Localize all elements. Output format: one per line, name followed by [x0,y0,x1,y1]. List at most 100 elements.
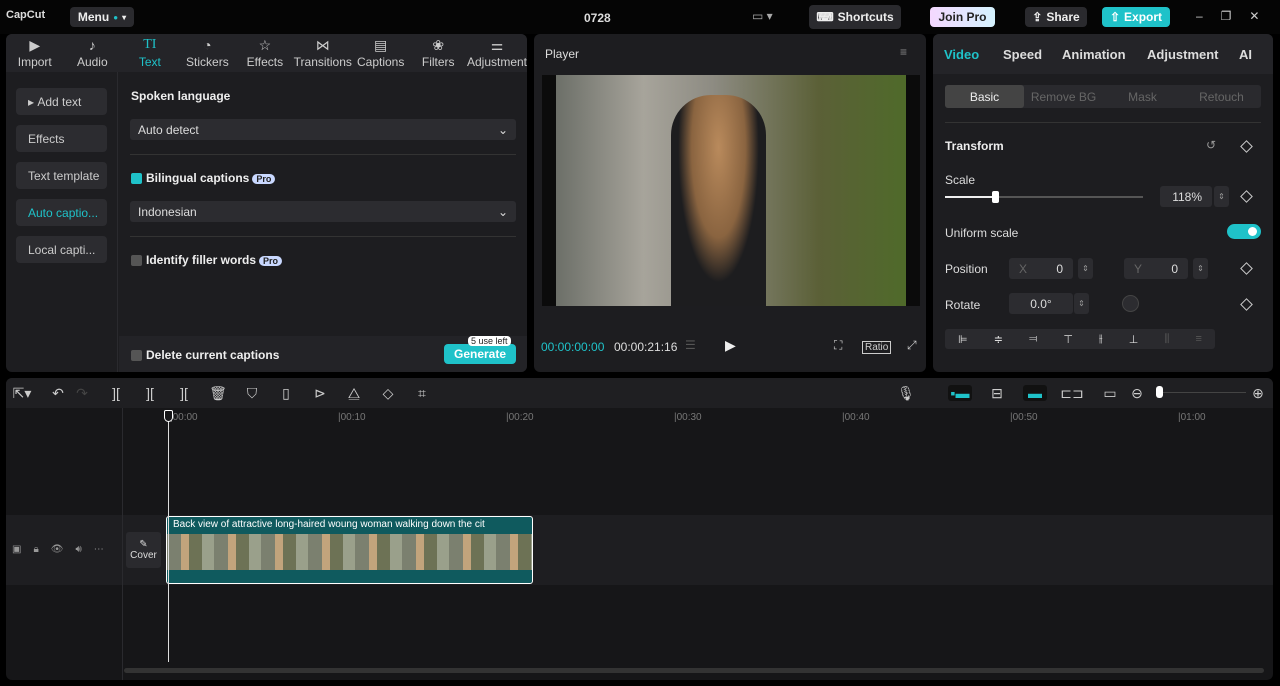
crop-icon[interactable]: ⌗ [410,385,434,402]
tab-video[interactable]: Video [944,47,979,62]
redo-icon[interactable]: ↷ [70,385,94,402]
more-icon[interactable]: ⋯ [94,544,104,555]
reset-icon[interactable]: ↺ [1206,138,1216,152]
scale-slider[interactable] [945,191,1143,203]
shortcuts-button[interactable]: ⌨ Shortcuts [809,5,901,29]
transform-heading[interactable]: Transform [945,139,1004,153]
freeze-icon[interactable]: ▯ [274,385,298,402]
align-left-icon[interactable]: ⊫ [958,333,968,346]
lock-icon[interactable]: 🔒︎ [33,544,38,555]
filler-words-checkbox[interactable]: Identify filler words Pro [131,253,283,267]
tab-speed[interactable]: Speed [1003,47,1042,62]
layout-icon[interactable]: ▭ ▾ [752,9,773,23]
zoom-in-icon[interactable]: ⊕ [1246,385,1270,402]
tab-captions[interactable]: ▤ Captions [352,34,410,72]
bilingual-language-select[interactable]: Indonesian ⌄ [130,201,516,222]
keyframe-icon[interactable] [1240,262,1253,275]
marker-icon[interactable]: ⛉ [240,385,264,402]
tab-effects[interactable]: ☆ Effects [236,34,294,72]
eye-icon[interactable]: 👁︎ [51,544,64,555]
nav-add-text[interactable]: ▸ Add text [16,88,107,115]
undo-icon[interactable]: ↶ [46,385,70,402]
nav-local-captions[interactable]: Local capti... [16,236,107,263]
rotate-stepper[interactable]: ⇕ [1074,293,1089,314]
menu-button[interactable]: Menu ● ▾ [70,7,134,27]
tab-ai[interactable]: AI [1239,47,1252,62]
position-x-input[interactable]: X0 [1009,258,1073,279]
spoken-language-select[interactable]: Auto detect ⌄ [130,119,516,140]
fullscreen-icon[interactable]: ⤢ [907,338,917,353]
tab-filters[interactable]: ❀ Filters [409,34,467,72]
tab-audio[interactable]: ♪ Audio [64,34,122,72]
zoom-slider[interactable] [1156,386,1246,398]
subtab-retouch[interactable]: Retouch [1182,85,1261,108]
scale-stepper[interactable]: ⇕ [1214,186,1229,207]
split-left-icon[interactable]: ][ [138,385,162,401]
delete-icon[interactable]: 🗑 [206,385,230,402]
window-controls[interactable]: –❐✕ [1196,9,1278,23]
y-stepper[interactable]: ⇕ [1193,258,1208,279]
rotate-input[interactable]: 0.0° [1009,293,1073,314]
zoom-out-icon[interactable]: ⊖ [1125,385,1149,402]
auto-snap-icon[interactable]: ⊟ [985,385,1009,402]
align-right-icon[interactable]: ⫤ [1029,333,1037,346]
x-stepper[interactable]: ⇕ [1078,258,1093,279]
preview-canvas[interactable] [542,75,920,306]
nav-effects[interactable]: Effects [16,125,107,152]
subtab-remove-bg[interactable]: Remove BG [1024,85,1103,108]
tab-animation[interactable]: Animation [1062,47,1126,62]
keyframe-icon[interactable] [1240,298,1253,311]
rotate-dial[interactable] [1122,295,1139,312]
ratio-button[interactable]: Ratio [862,341,892,354]
video-clip[interactable]: Back view of attractive long-haired woun… [166,516,533,584]
tab-text[interactable]: TI Text [121,34,179,72]
microphone-icon[interactable]: 🎙 [894,385,918,402]
horizontal-scrollbar[interactable] [124,668,1264,673]
share-button[interactable]: ⇪ Share [1025,7,1087,27]
align-center-v-icon[interactable]: ⫲ [1099,333,1103,346]
distribute-v-icon[interactable]: ≡ [1196,333,1202,345]
bilingual-checkbox[interactable]: Bilingual captions Pro [131,171,276,185]
preview-axis-icon[interactable]: ▭ [1098,385,1122,402]
align-top-icon[interactable]: ⊤ [1063,333,1073,346]
split-icon[interactable]: ][ [104,385,128,401]
cover-button[interactable]: ✎ Cover [126,532,161,568]
tab-import[interactable]: ▶ Import [6,34,64,72]
fit-view-icon[interactable]: ⛶ [834,338,842,353]
position-y-input[interactable]: Y0 [1124,258,1188,279]
menu-icon[interactable]: ≡ [900,45,907,59]
scale-input[interactable]: 118% [1160,186,1212,207]
reverse-icon[interactable]: ⊳ [308,385,332,402]
uniform-scale-toggle[interactable] [1227,224,1261,239]
tab-adjustment[interactable]: Adjustment [1147,47,1219,62]
split-right-icon[interactable]: ][ [172,385,196,401]
scale-slider-handle[interactable] [991,191,999,203]
linkage-icon[interactable]: ▬ [1023,385,1047,401]
select-tool-icon[interactable]: ⇱▾ [10,385,34,402]
subtab-mask[interactable]: Mask [1103,85,1182,108]
nav-text-template[interactable]: Text template [16,162,107,189]
generate-button[interactable]: Generate [444,344,516,364]
mirror-icon[interactable]: ⧋ [342,385,366,402]
join-pro-button[interactable]: Join Pro [930,7,995,27]
keyframe-icon[interactable] [1240,190,1253,203]
timeline-ruler[interactable]: |00:00 |00:10 |00:20 |00:30 |00:40 |00:50 |01:… [6,408,1273,426]
export-button[interactable]: ⇧ Export [1102,7,1170,27]
nav-auto-captions[interactable]: Auto captio... [16,199,107,226]
rotate-icon[interactable]: ◇ [376,385,400,402]
align-center-h-icon[interactable]: ≑ [994,333,1003,346]
playhead-handle[interactable] [164,410,173,422]
keyframe-icon[interactable] [1240,140,1253,153]
distribute-h-icon[interactable]: ⫼ [1164,333,1169,346]
speaker-icon[interactable]: 🔊︎ [75,544,81,555]
subtab-basic[interactable]: Basic [945,85,1024,108]
delete-captions-checkbox[interactable]: Delete current captions [131,348,279,362]
split-preview-icon[interactable]: ⊏⊐ [1060,385,1084,402]
align-bottom-icon[interactable]: ⊥ [1129,333,1139,346]
play-icon[interactable]: ▶ [725,337,736,354]
playhead[interactable] [164,410,173,662]
main-track-magnet-icon[interactable]: ▪▬ [948,385,972,401]
tab-adjustment[interactable]: ⚌ Adjustment [467,34,527,72]
tab-transitions[interactable]: ⋈ Transitions [294,34,352,72]
zoom-slider-handle[interactable] [1156,386,1163,398]
